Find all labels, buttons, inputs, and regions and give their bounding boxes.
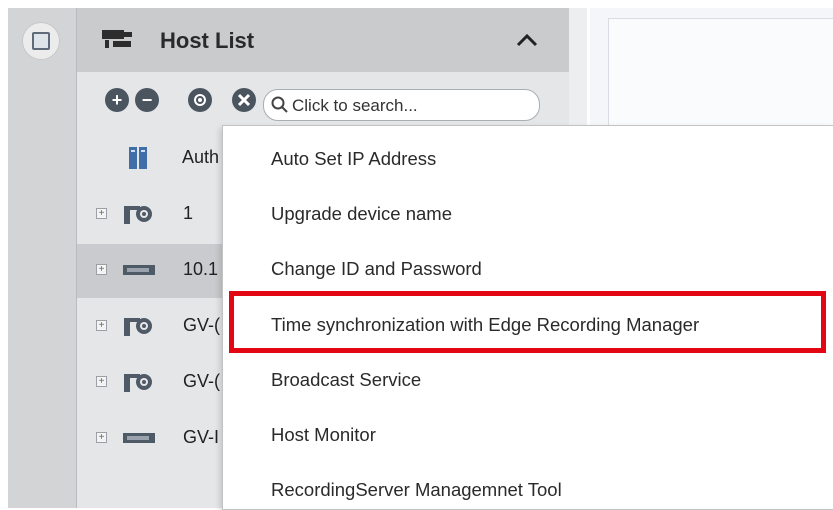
gear-icon [194,94,206,106]
panel-icon [32,32,50,50]
menu-item-host-monitor[interactable]: Host Monitor [271,424,376,446]
nvr-icon [123,433,155,443]
search-placeholder: Click to search... [292,96,418,115]
expand-icon[interactable]: + [96,320,107,331]
expand-icon[interactable]: + [96,376,107,387]
chevron-up-icon[interactable] [515,30,539,50]
tree-label: GV-( [183,371,221,391]
camera-icon [124,374,152,392]
expand-icon[interactable]: + [96,264,107,275]
tools-icon [237,93,251,107]
tree-label: GV-( [183,315,221,335]
remove-host-button[interactable]: − [135,88,159,112]
tree-label: Auth [182,147,220,167]
camera-icon [124,318,152,336]
menu-item-recording-server-tool[interactable]: RecordingServer Managemnet Tool [271,479,562,501]
settings-button[interactable] [188,88,212,112]
search-input[interactable]: Click to search... [263,89,540,121]
host-cameras-icon [102,30,132,48]
menu-item-broadcast-service[interactable]: Broadcast Service [271,369,421,391]
host-toolbar: + − Click to search... [77,76,569,121]
server-icon [129,147,147,169]
panel-title: Host List [160,28,255,53]
expand-icon[interactable]: + [96,432,107,443]
menu-item-auto-set-ip[interactable]: Auto Set IP Address [271,148,436,170]
app-window: Host List + − Click to search... Auth + … [0,0,833,510]
search-icon [271,96,288,113]
panel-toggle-button[interactable] [22,22,60,60]
camera-icon [124,206,152,224]
nvr-icon [123,265,155,275]
tree-label: 10.1 [183,259,219,279]
menu-item-upgrade-device-name[interactable]: Upgrade device name [271,203,452,225]
expand-icon[interactable]: + [96,208,107,219]
add-host-button[interactable]: + [105,88,129,112]
tree-label: GV-I [183,427,220,447]
menu-item-change-id-password[interactable]: Change ID and Password [271,258,482,280]
host-list-header[interactable]: Host List [77,8,569,72]
left-rail [8,8,77,508]
highlight-box [229,291,826,353]
tree-label: 1 [183,203,194,223]
tools-button[interactable] [232,88,256,112]
